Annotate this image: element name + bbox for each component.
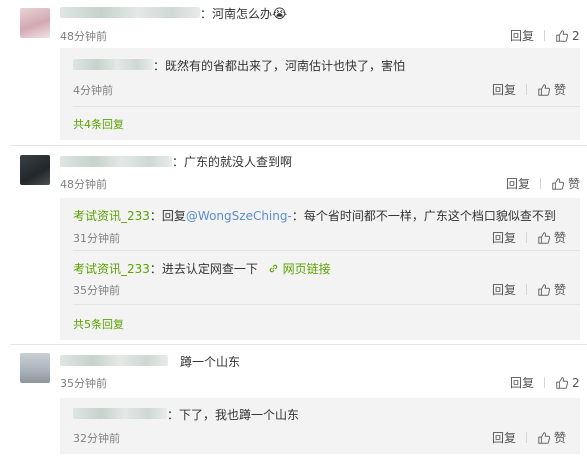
reply-username[interactable]: 考试资讯_233 [73, 209, 150, 223]
reply-list: ：下了，我也蹲一个山东 32分钟前 回复 赞 [60, 398, 580, 454]
reply-actions: 回复 赞 [492, 281, 566, 298]
thumb-up-icon [537, 283, 551, 297]
like-button[interactable]: 赞 [537, 429, 566, 446]
like-button[interactable]: 赞 [537, 281, 566, 298]
reply-time: 35分钟前 [73, 284, 120, 297]
reply-actions: 回复 赞 [492, 81, 566, 98]
reply-button[interactable]: 回复 [492, 81, 516, 98]
thumb-up-icon [537, 83, 551, 97]
divider [73, 106, 580, 107]
like-button[interactable]: 赞 [537, 229, 566, 246]
web-link[interactable]: 网页链接 [268, 262, 331, 276]
username-blurred[interactable] [60, 355, 168, 366]
avatar[interactable] [20, 8, 50, 38]
comment-time: 35分钟前 [60, 377, 107, 390]
divider [526, 84, 528, 95]
comment-actions: 回复 2 [510, 27, 580, 44]
reply-list: 考试资讯_233：回复@WongSzeChing-：每个省时间都不一样，广东这个… [60, 198, 580, 340]
thumb-up-icon [551, 177, 565, 191]
avatar[interactable] [20, 155, 50, 185]
divider [540, 178, 542, 189]
divider [73, 250, 580, 251]
more-replies-link[interactable]: 共5条回复 [73, 316, 124, 332]
comment-time: 48分钟前 [60, 30, 107, 43]
thumb-up-icon [537, 231, 551, 245]
avatar[interactable] [20, 353, 50, 383]
reply-button[interactable]: 回复 [492, 429, 516, 446]
reply-time: 31分钟前 [73, 232, 120, 245]
like-button[interactable]: 2 [555, 29, 580, 43]
reply-time: 32分钟前 [73, 432, 120, 445]
thumb-up-icon [555, 29, 569, 43]
username-blurred[interactable] [73, 408, 167, 419]
divider [544, 30, 546, 41]
reply-button[interactable]: 回复 [510, 27, 534, 44]
divider [73, 304, 580, 305]
comment-text: ：广东的就没人查到啊 [172, 155, 293, 169]
username-blurred[interactable] [73, 59, 153, 70]
reply-actions: 回复 赞 [492, 429, 566, 446]
reply-text: 考试资讯_233：进去认定网查一下 网页链接 [73, 262, 331, 276]
reply-button[interactable]: 回复 [510, 374, 534, 391]
reply-time: 4分钟前 [73, 84, 113, 97]
like-button[interactable]: 2 [555, 376, 580, 390]
reply-username[interactable]: 考试资讯_233 [73, 262, 150, 276]
comment-text: 蹲一个山东 [180, 355, 241, 369]
crying-emoji-icon: 😭 [272, 7, 288, 22]
reply-text: ：下了，我也蹲一个山东 [167, 408, 300, 422]
like-button[interactable]: 赞 [537, 81, 566, 98]
comment-actions: 回复 2 [510, 374, 580, 391]
divider [526, 284, 528, 295]
thumb-up-icon [537, 431, 551, 445]
thumb-up-icon [555, 376, 569, 390]
mention-link[interactable]: @WongSzeChing- [186, 209, 292, 223]
username-blurred[interactable] [60, 7, 200, 18]
reply-button[interactable]: 回复 [506, 175, 530, 192]
divider [544, 377, 546, 388]
reply-text: ：既然有的省都出来了，河南估计也快了，害怕 [153, 59, 406, 73]
reply-actions: 回复 赞 [492, 229, 566, 246]
divider [526, 232, 528, 243]
like-button[interactable]: 赞 [551, 175, 580, 192]
divider [10, 344, 587, 345]
comment-text: ：河南怎么办😭 [200, 7, 288, 22]
reply-list: ：既然有的省都出来了，河南估计也快了，害怕 4分钟前 回复 赞 共4条回复 [60, 48, 580, 140]
divider [10, 145, 587, 146]
reply-button[interactable]: 回复 [492, 229, 516, 246]
link-icon [269, 264, 278, 273]
comment-actions: 回复 赞 [506, 175, 580, 192]
comment-time: 48分钟前 [60, 178, 107, 191]
reply-button[interactable]: 回复 [492, 281, 516, 298]
more-replies-link[interactable]: 共4条回复 [73, 116, 124, 132]
reply-text: 考试资讯_233：回复@WongSzeChing-：每个省时间都不一样，广东这个… [73, 209, 556, 223]
username-blurred[interactable] [60, 156, 172, 167]
divider [526, 432, 528, 443]
